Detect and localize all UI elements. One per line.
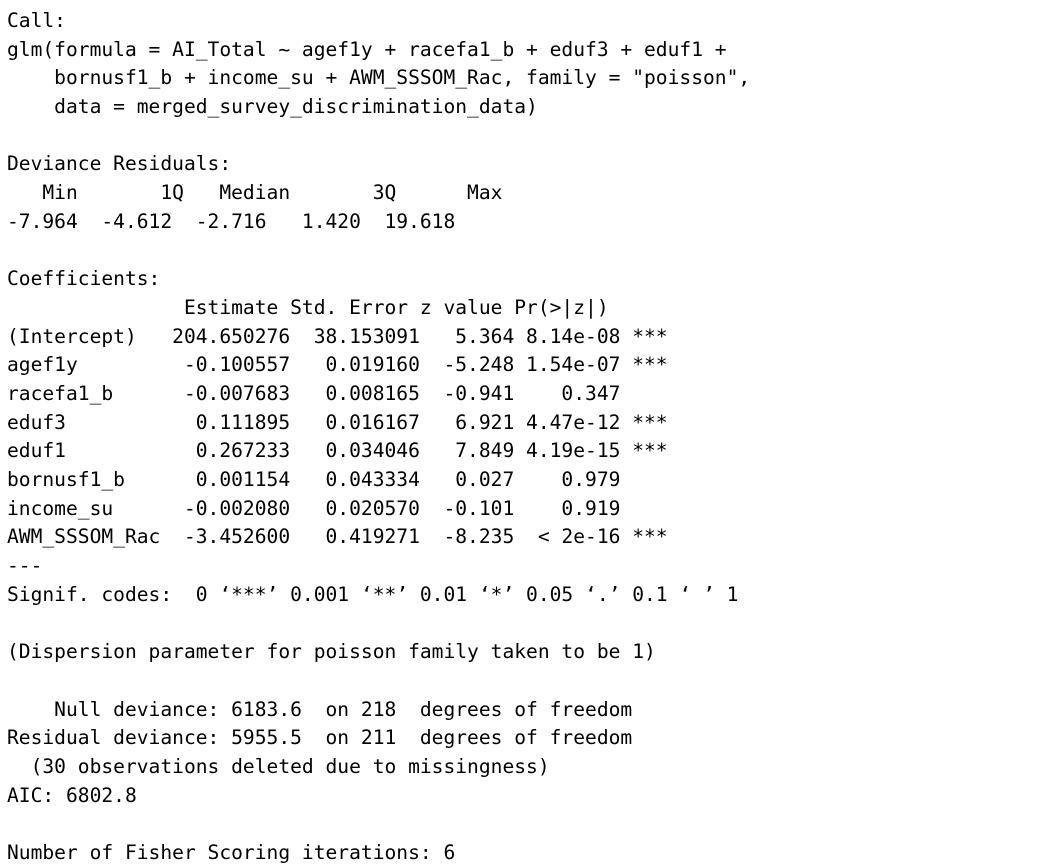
call-formula-line: glm(formula = AI_Total ~ agef1y + racefa… (7, 37, 727, 61)
call-heading: Call: (7, 9, 66, 32)
residuals-values-row: -7.964 -4.612 -2.716 1.420 19.618 (7, 209, 456, 233)
missingness-note: (30 observations deleted due to missingn… (7, 754, 550, 778)
call-formula-line: bornusf1_b + income_su + AWM_SSSOM_Rac, … (7, 66, 751, 90)
coefficient-row-awm-sssom-rac: AWM_SSSOM_Rac -3.452600 0.419271 -8.235 … (7, 525, 668, 549)
coefficient-row-agef1y: agef1y -0.100557 0.019160 -5.248 1.54e-0… (7, 353, 668, 377)
coefficient-row-eduf3: eduf3 0.111895 0.016167 6.921 4.47e-12 *… (7, 410, 668, 434)
null-deviance-line: Null deviance: 6183.6 on 218 degrees of … (7, 697, 633, 721)
aic-line: AIC: 6802.8 (7, 783, 137, 807)
coefficient-row-intercept: (Intercept) 204.650276 38.153091 5.364 8… (7, 324, 668, 348)
coefficient-row-income-su: income_su -0.002080 0.020570 -0.101 0.91… (7, 496, 621, 520)
residuals-header-row: Min 1Q Median 3Q Max (7, 181, 503, 205)
dispersion-note: (Dispersion parameter for poisson family… (7, 640, 656, 664)
coefficients-heading: Coefficients: (7, 267, 161, 291)
coefficients-header-row: Estimate Std. Error z value Pr(>|z|) (7, 295, 609, 319)
fisher-scoring-line: Number of Fisher Scoring iterations: 6 (7, 840, 456, 864)
signif-codes-line: Signif. codes: 0 ‘***’ 0.001 ‘**’ 0.01 ‘… (7, 582, 739, 606)
deviance-residuals-heading: Deviance Residuals: (7, 152, 232, 176)
coefficient-row-eduf1: eduf1 0.267233 0.034046 7.849 4.19e-15 *… (7, 439, 668, 463)
separator-line: --- (7, 554, 43, 578)
console-output: Call: glm(formula = AI_Total ~ agef1y + r… (7, 7, 750, 868)
residual-deviance-line: Residual deviance: 5955.5 on 211 degrees… (7, 726, 633, 750)
coefficient-row-racefa1-b: racefa1_b -0.007683 0.008165 -0.941 0.34… (7, 381, 621, 405)
coefficient-row-bornusf1-b: bornusf1_b 0.001154 0.043334 0.027 0.979 (7, 468, 621, 491)
call-formula-line: data = merged_survey_discrimination_data… (7, 95, 538, 119)
